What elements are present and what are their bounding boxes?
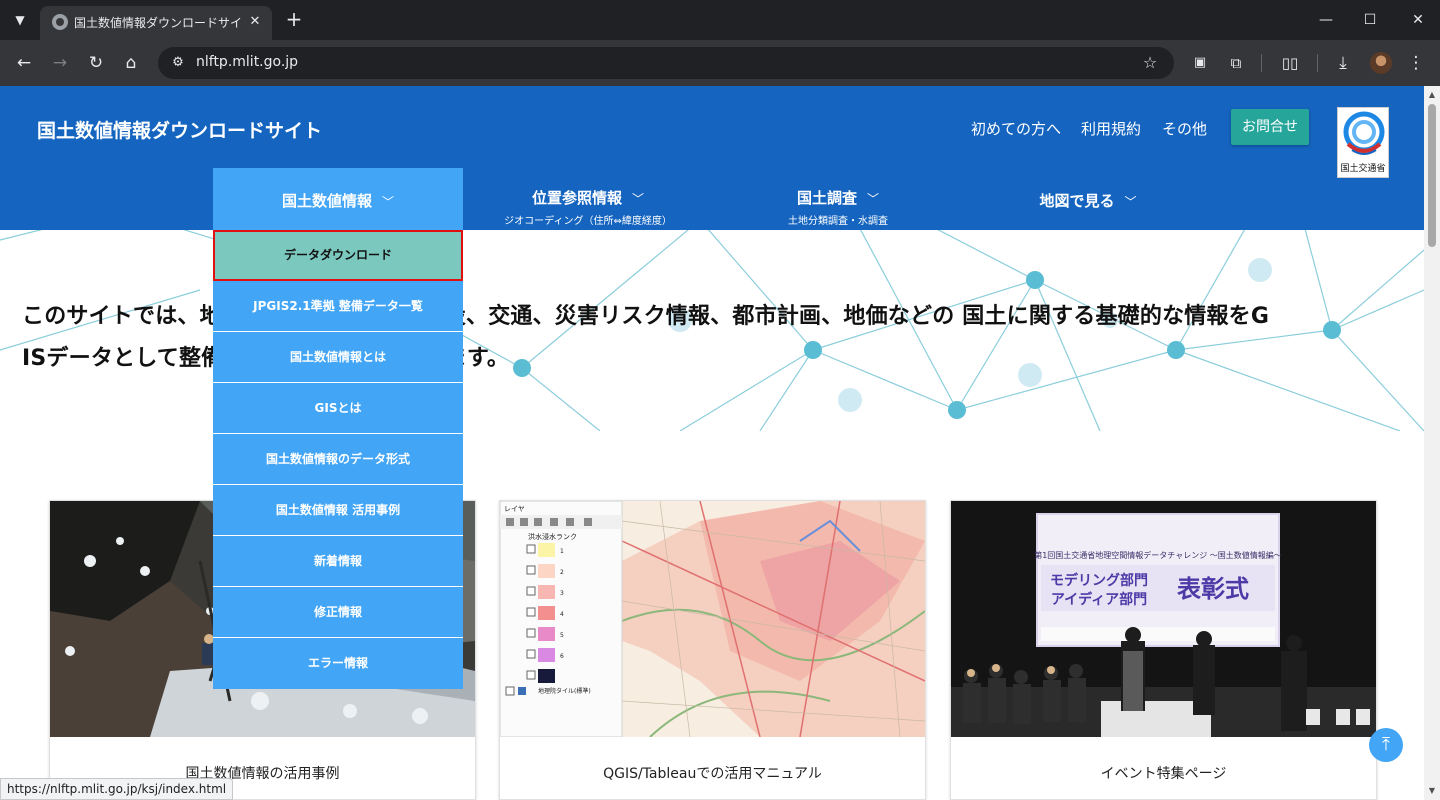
nav-label: 国土数値情報 [281,192,372,210]
address-url[interactable]: nlftp.mlit.go.jp [196,54,298,70]
menu-item-jpgis-list[interactable]: JPGIS2.1準拠 整備データ一覧 [213,281,463,332]
profile-avatar[interactable] [1370,52,1392,74]
qgis-rank-label: 6 [560,653,564,660]
tab-search-chevron-icon[interactable]: ▼ [8,8,32,32]
qgis-panel-title: レイヤ [504,505,525,513]
qgis-rank-label: 2 [560,569,564,576]
nav-kokudo-suuchi[interactable]: 国土数値情報 ﹀ [213,168,463,230]
nav-kokudo-chousa[interactable]: 国土調査 ﹀ 土地分類調査・水調査 [713,168,963,230]
card-caption[interactable]: QGIS/Tableauでの活用マニュアル [500,763,925,783]
chevron-down-icon: ﹀ [1124,195,1137,209]
chevron-down-icon: ﹀ [632,192,645,206]
download-icon[interactable]: ⤓ [1330,50,1356,76]
close-icon[interactable]: ✕ [246,13,264,31]
nav-sublabel: 土地分類調査・水調査 [788,216,888,227]
qgis-rank-label: 5 [560,632,564,639]
banner-line2: アイディア部門 [1051,591,1147,608]
qgis-base-layer: 地理院タイル(標準) [538,687,591,695]
nav-ichi-sansho[interactable]: 位置参照情報 ﹀ ジオコーディング（住所⇔緯度経度） [463,168,713,230]
menu-item-data-download[interactable]: データダウンロード [213,230,463,281]
scroll-up-arrow-icon[interactable]: ▲ [1427,90,1437,100]
banner-line1: モデリング部門 [1050,572,1148,589]
web-page: 国土数値情報ダウンロードサイト 初めての方へ 利用規約 その他 お問合せ 国土交… [0,86,1424,800]
card-event-page[interactable]: 第1回国土交通省地理空間情報データチャレンジ 〜国土数値情報編〜 モデリング部門… [950,500,1377,800]
menu-item-about[interactable]: 国土数値情報とは [213,332,463,383]
scrollbar-thumb[interactable] [1428,104,1436,247]
status-bar-url: https://nlftp.mlit.go.jp/ksj/index.html [0,778,234,800]
terms-link[interactable]: 利用規約 [1081,118,1141,139]
menu-item-use-cases[interactable]: 国土数値情報 活用事例 [213,485,463,536]
reading-mode-icon[interactable]: ▯▯ [1277,50,1303,76]
scroll-down-arrow-icon[interactable]: ▼ [1427,786,1437,796]
qgis-screenshot: レイヤ 洪水浸水ランク 1 2 3 4 5 6 地理院タイル(標準) [500,501,925,737]
tab-title: 国土数値情報ダウンロードサイト [74,16,244,30]
more-menu-icon[interactable]: ⋮ [1403,50,1429,76]
banner-big-text: 表彰式 [1177,575,1249,603]
nav-map-view[interactable]: 地図で見る ﹀ [963,168,1213,230]
globe-icon [52,14,68,30]
home-icon[interactable]: ⌂ [118,50,144,76]
window-close-icon[interactable]: ✕ [1404,6,1432,34]
back-arrow-icon[interactable]: ← [11,50,37,76]
award-ceremony-photo: 第1回国土交通省地理空間情報データチャレンジ 〜国土数値情報編〜 モデリング部門… [951,501,1376,737]
menu-item-corrections[interactable]: 修正情報 [213,587,463,638]
browser-toolbar: ← → ↻ ⌂ ⚙ nlftp.mlit.go.jp ☆ ▣ ⧉ ▯▯ ⤓ ⋮ [0,40,1440,86]
hero-text-line1: このサイトでは、地形、土地利用、公共施設、交通、災害リスク情報、都市計画、地価な… [22,304,1270,329]
forward-arrow-icon[interactable]: → [47,50,73,76]
first-time-link[interactable]: 初めての方へ [971,118,1061,139]
site-header: 国土数値情報ダウンロードサイト 初めての方へ 利用規約 その他 お問合せ 国土交… [0,86,1424,230]
mlit-logo[interactable]: 国土交通省 [1337,107,1389,178]
site-title[interactable]: 国土数値情報ダウンロードサイト [37,116,322,143]
browser-tab-bar: ▼ 国土数値情報ダウンロードサイト ✕ + — ☐ ✕ [0,0,1440,40]
chevron-down-icon: ﹀ [867,192,880,206]
scroll-to-top-icon[interactable]: ⤒ [1369,728,1403,762]
menu-item-data-format[interactable]: 国土数値情報のデータ形式 [213,434,463,485]
new-tab-plus-icon[interactable]: + [282,8,306,32]
minimize-icon[interactable]: — [1312,6,1340,34]
browser-tab[interactable]: 国土数値情報ダウンロードサイト ✕ [40,6,272,40]
qgis-rank-label: 3 [560,590,564,597]
card-caption[interactable]: イベント特集ページ [951,763,1376,783]
reload-icon[interactable]: ↻ [83,50,109,76]
site-info-icon[interactable]: ⚙ [166,51,190,75]
other-link[interactable]: その他 [1162,118,1207,139]
kokudo-dropdown-menu: データダウンロード JPGIS2.1準拠 整備データ一覧 国土数値情報とは GI… [213,230,463,689]
banner-top-text: 第1回国土交通省地理空間情報データチャレンジ 〜国土数値情報編〜 [1034,550,1282,560]
extensions-puzzle-icon[interactable]: ⧉ [1223,50,1249,76]
mlit-emblem-icon [1343,111,1385,155]
menu-item-gis[interactable]: GISとは [213,383,463,434]
qgis-rank-label: 4 [560,611,564,618]
nav-label: 国土調査 [796,189,857,207]
qgis-rank-label: 1 [560,548,564,555]
maximize-icon[interactable]: ☐ [1356,6,1384,34]
bookmark-star-icon[interactable]: ☆ [1138,51,1162,75]
toolbar-divider [1317,54,1318,72]
nav-label: 地図で見る [1039,192,1115,210]
chevron-down-icon: ﹀ [382,195,395,209]
card-qgis-manual[interactable]: レイヤ 洪水浸水ランク 1 2 3 4 5 6 地理院タイル(標準) QGIS/… [499,500,926,800]
contact-button[interactable]: お問合せ [1231,109,1309,145]
page-scrollbar[interactable]: ▲ ▼ [1424,86,1440,800]
menu-item-news[interactable]: 新着情報 [213,536,463,587]
menu-item-errors[interactable]: エラー情報 [213,638,463,689]
qgis-layer-group: 洪水浸水ランク [528,532,577,541]
nav-sublabel: ジオコーディング（住所⇔緯度経度） [504,216,672,227]
mlit-logo-text: 国土交通省 [1340,164,1386,174]
nav-label: 位置参照情報 [531,189,622,207]
address-bar[interactable]: ⚙ nlftp.mlit.go.jp ☆ [158,47,1174,79]
toolbar-divider [1261,54,1262,72]
cast-icon[interactable]: ▣ [1187,50,1213,76]
